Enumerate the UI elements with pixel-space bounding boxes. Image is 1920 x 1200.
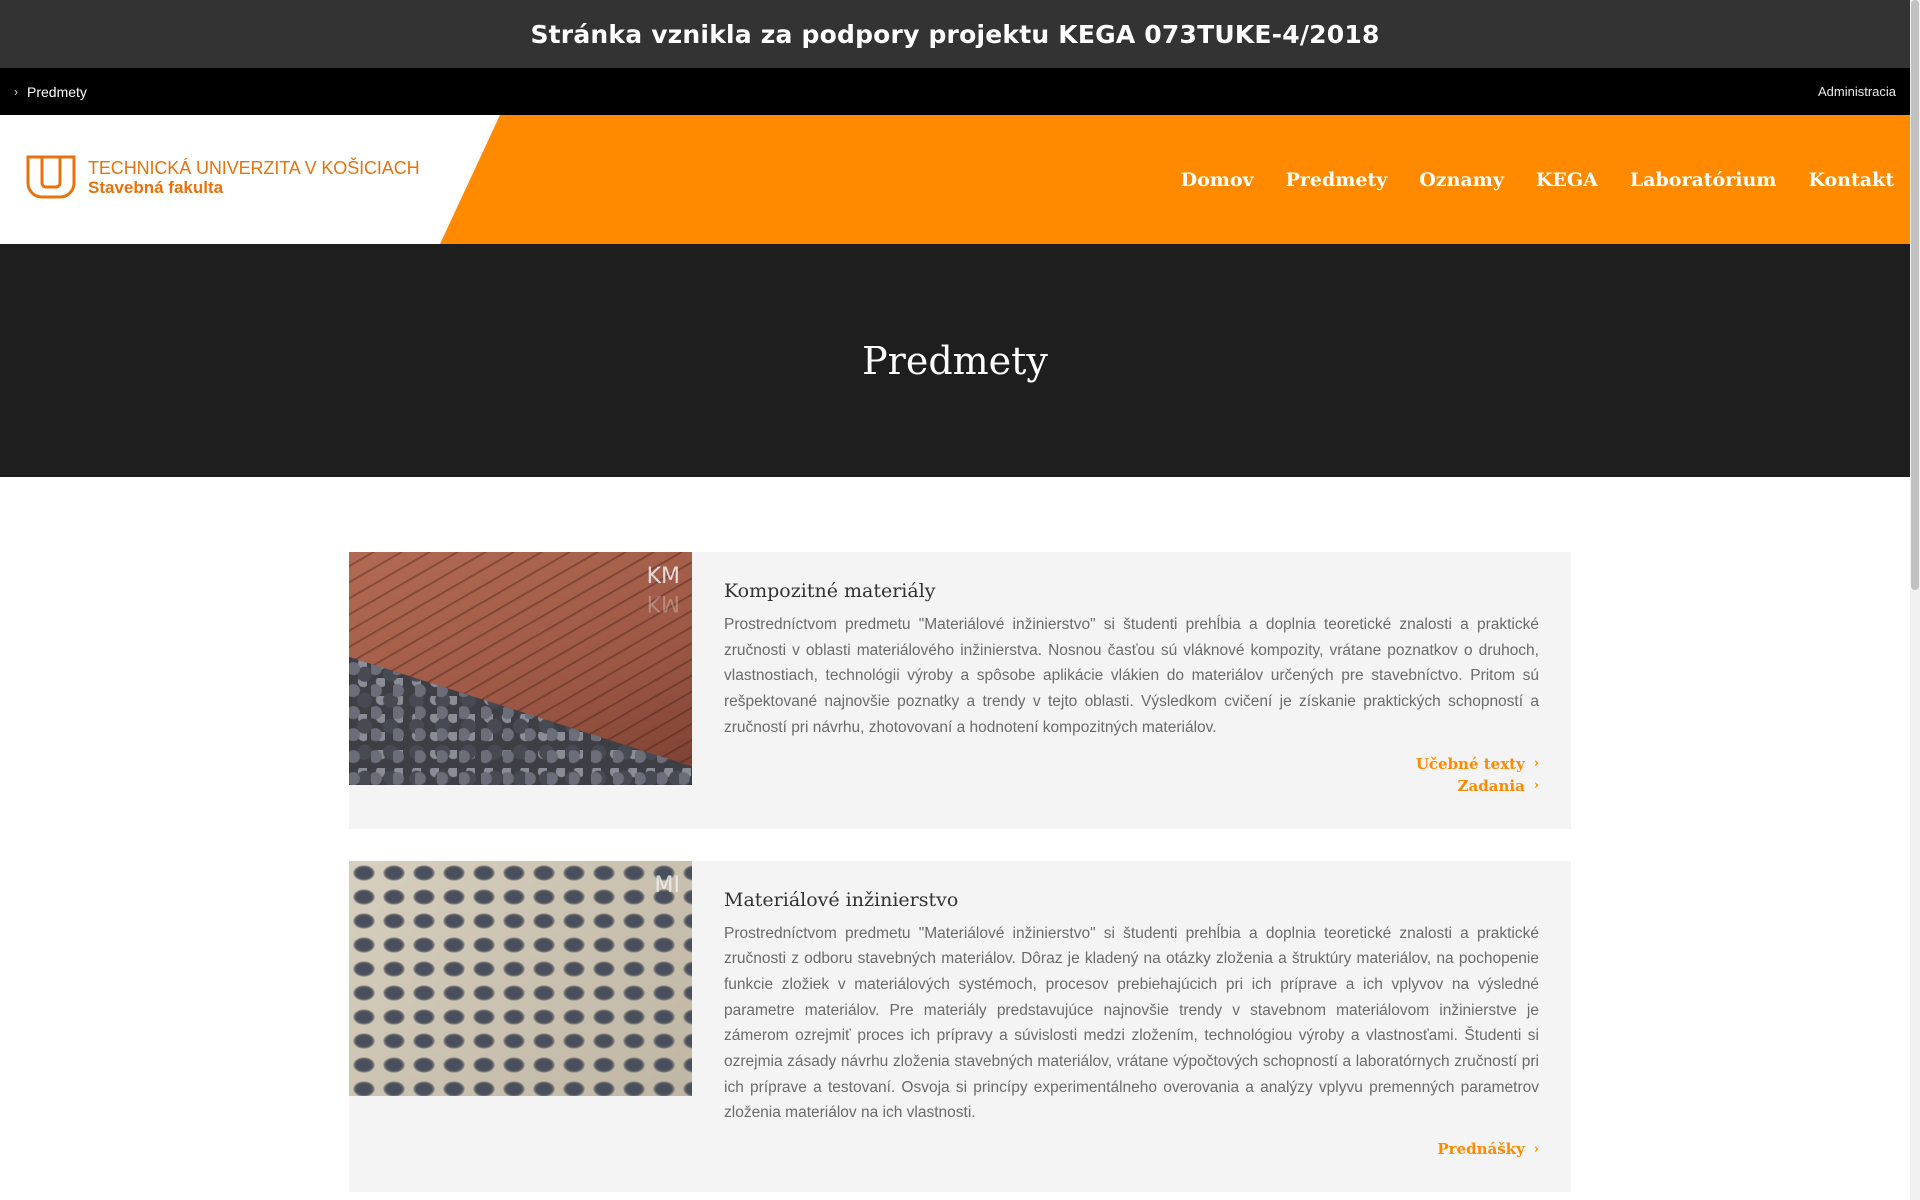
link-label: Učebné texty — [1415, 754, 1525, 773]
page-title: Predmety — [862, 338, 1048, 383]
breadcrumb: › Predmety — [14, 84, 87, 100]
logo-faculty: Stavebná fakulta — [88, 178, 224, 197]
scrollbar[interactable] — [1910, 0, 1920, 1200]
link-zadania[interactable]: Zadania › — [1458, 777, 1539, 795]
nav-item-laboratorium[interactable]: Laboratórium — [1630, 169, 1777, 191]
course-code-reflection: KM — [646, 590, 680, 615]
project-banner: Stránka vznikla za podpory projektu KEGA… — [0, 0, 1910, 68]
page: Stránka vznikla za podpory projektu KEGA… — [0, 0, 1910, 1200]
course-list: KM KM Kompozitné materiály Prostredníctv… — [349, 552, 1571, 1200]
link-ucebne-texty[interactable]: Učebné texty › — [1416, 755, 1539, 773]
tuke-logo-icon — [26, 155, 76, 199]
link-prednasky[interactable]: Prednášky › — [1437, 1140, 1539, 1158]
course-title[interactable]: Materiálové inžinierstvo — [724, 889, 1539, 911]
gravel-texture — [349, 656, 692, 785]
banner-text: Stránka vznikla za podpory projektu KEGA… — [530, 19, 1380, 49]
main-nav: Domov Predmety Oznamy KEGA Laboratórium … — [1181, 115, 1894, 244]
chevron-right-icon: › — [1533, 778, 1539, 794]
nav-item-kontakt[interactable]: Kontakt — [1808, 169, 1894, 191]
admin-link[interactable]: Administracia — [1818, 84, 1896, 99]
nav-item-oznamy[interactable]: Oznamy — [1419, 169, 1504, 191]
course-card: MI Materiálové inžinierstvo Prostredníct… — [349, 860, 1571, 1193]
site-header: TECHNICKÁ UNIVERZITA V KOŠICIACH Stavebn… — [0, 115, 1910, 244]
nav-item-kega[interactable]: KEGA — [1536, 169, 1598, 191]
chevron-right-icon: › — [1533, 756, 1539, 772]
course-links: Učebné texty › Zadania › — [724, 755, 1539, 795]
logo[interactable]: TECHNICKÁ UNIVERZITA V KOŠICIACH Stavebn… — [26, 153, 420, 203]
top-bar: › Predmety Administracia — [0, 68, 1910, 115]
chevron-right-icon: › — [14, 84, 18, 99]
link-label: Prednášky — [1437, 1140, 1525, 1159]
course-title[interactable]: Kompozitné materiály — [724, 580, 1539, 602]
course-description: Prostredníctvom predmetu "Materiálové in… — [724, 616, 1539, 736]
course-image-composite[interactable]: KM KM — [349, 552, 692, 785]
course-code: KM — [646, 564, 680, 589]
scrollbar-thumb[interactable] — [1911, 0, 1919, 590]
course-links: Prednášky › — [724, 1140, 1539, 1158]
nav-item-domov[interactable]: Domov — [1181, 169, 1254, 191]
chevron-right-icon: › — [1533, 1141, 1539, 1157]
course-image-material[interactable]: MI — [349, 860, 692, 1096]
link-label: Zadania — [1457, 776, 1525, 795]
course-code: MI — [654, 872, 680, 898]
course-card: KM KM Kompozitné materiály Prostredníctv… — [349, 552, 1571, 829]
logo-university: TECHNICKÁ UNIVERZITA V KOŠICIACH — [88, 158, 420, 178]
page-hero: Predmety — [0, 244, 1910, 477]
course-description: Prostredníctvom predmetu "Materiálové in… — [724, 924, 1539, 1122]
breadcrumb-item[interactable]: Predmety — [27, 84, 87, 100]
nav-item-predmety[interactable]: Predmety — [1286, 169, 1388, 191]
